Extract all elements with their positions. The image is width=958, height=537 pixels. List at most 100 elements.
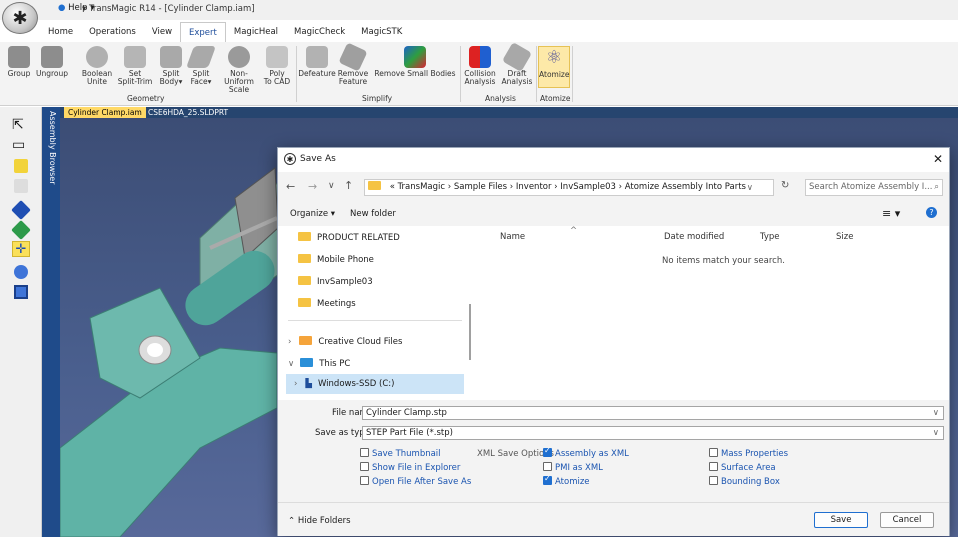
star-select-icon[interactable] [14,159,28,173]
nav-item-windows-ssd[interactable]: › ▙ Windows-SSD (C:) [286,374,464,394]
empty-message: No items match your search. [662,256,785,266]
assembly-as-xml-checkbox[interactable]: Assembly as XML [543,446,629,459]
group-label-atomize: Atomize [540,94,571,103]
recent-dropdown-icon[interactable]: ∨ [328,181,335,191]
save-options-panel: File name: Cylinder Clamp.stp ∨ Save as t… [278,400,949,536]
col-header-date[interactable]: Date modified [664,232,724,242]
dialog-title: Save As [300,154,336,164]
folder-icon [298,254,311,263]
view-options-icon[interactable]: ≡ ▾ [882,207,900,220]
hide-folders-toggle[interactable]: ⌃ Hide Folders [288,516,351,526]
nav-item-invsample03[interactable]: InvSample03 [298,272,478,292]
boolean-unite-button[interactable]: Boolean Unite [80,46,114,86]
tab-operations[interactable]: Operations [81,22,144,42]
tab-magiccheck[interactable]: MagicCheck [286,22,353,42]
tab-magicheal[interactable]: MagicHeal [226,22,286,42]
nav-item-mobile-phone[interactable]: Mobile Phone [298,250,478,270]
grid-icon[interactable] [14,179,28,193]
file-name-input[interactable]: Cylinder Clamp.stp ∨ [362,406,944,420]
dialog-app-icon: ✱ [284,153,296,165]
folder-icon [298,298,311,307]
col-header-type[interactable]: Type [760,232,780,242]
search-input[interactable]: Search Atomize Assembly I... ⌕ [805,179,943,196]
ribbon-tabs: Home Operations View Expert MagicHeal Ma… [40,20,410,42]
mass-properties-checkbox[interactable]: Mass Properties [709,448,788,459]
show-in-explorer-checkbox[interactable]: Show File in Explorer [360,462,460,473]
zoom-fit-icon[interactable] [14,285,28,299]
drive-icon: ▙ [305,379,312,389]
nav-scrollbar[interactable] [469,304,471,360]
dialog-title-bar: ✱ Save As ✕ [278,148,949,172]
col-header-name[interactable]: Name [500,232,525,242]
pan-view-icon[interactable] [11,220,31,240]
navigation-pane: PRODUCT RELATED Mobile Phone InvSample03… [278,226,474,400]
zoom-icon[interactable] [14,265,28,279]
non-uniform-scale-button[interactable]: Non-Uniform Scale [216,46,262,94]
split-body-button[interactable]: Split Body▾ [156,46,186,86]
select-box-icon[interactable]: ▭ [12,137,25,153]
select-pointer-icon[interactable]: ⇱ [12,117,24,133]
nav-item-this-pc[interactable]: ∨ This PC [288,354,468,374]
save-as-dialog: ✱ Save As ✕ ← → ∨ ↑ « TransMagic › Sampl… [277,147,950,536]
pmi-as-xml-checkbox[interactable]: PMI as XML [543,462,603,473]
nav-item-meetings[interactable]: Meetings [298,294,478,314]
atom-icon: ⚛ [545,47,563,68]
surface-area-checkbox[interactable]: Surface Area [709,462,776,473]
atomize-checkbox[interactable]: Atomize [543,474,590,487]
bounding-box-checkbox[interactable]: Bounding Box [709,476,780,487]
save-type-select[interactable]: STEP Part File (*.stp) ∨ [362,426,944,440]
ungroup-button[interactable]: Ungroup [34,46,70,78]
open-after-save-checkbox[interactable]: Open File After Save As [360,476,471,487]
save-button[interactable]: Save [814,512,868,528]
nav-item-product-related[interactable]: PRODUCT RELATED [298,228,478,248]
breadcrumb[interactable]: « TransMagic › Sample Files › Inventor ›… [364,179,774,196]
poly-to-cad-button[interactable]: Poly To CAD [262,46,292,86]
assembly-browser-tab[interactable]: Assembly Browser [42,107,60,537]
left-toolbar: ⇱ ▭ ✛ [0,107,42,537]
draft-analysis-button[interactable]: Draft Analysis [500,41,534,86]
up-arrow-icon[interactable]: ↑ [344,179,353,192]
atomize-button[interactable]: ⚛ Atomize [538,46,570,88]
address-bar-row: ← → ∨ ↑ « TransMagic › Sample Files › In… [278,172,949,202]
move-icon[interactable]: ✛ [12,241,30,257]
app-logo-icon[interactable]: ✱ [2,2,38,34]
chevron-up-icon: ⌃ [288,516,296,526]
help-icon[interactable]: ? [926,207,937,218]
sort-indicator-icon: ^ [570,226,578,236]
nav-item-creative-cloud[interactable]: › Creative Cloud Files [288,332,468,352]
tab-magicstk[interactable]: MagicSTK [353,22,410,42]
back-arrow-icon[interactable]: ← [286,180,295,193]
rotate-view-icon[interactable] [11,200,31,220]
group-label-simplify: Simplify [362,94,393,103]
remove-feature-button[interactable]: Remove Feature [336,42,370,86]
ribbon: Group Ungroup Boolean Unite Set Split-Trim… [0,41,958,106]
file-list: Name ^ Date modified Type Size No items … [474,226,949,400]
collision-analysis-button[interactable]: Collision Analysis [462,46,498,86]
tab-home[interactable]: Home [40,22,81,42]
group-label-geometry: Geometry [127,94,165,103]
search-icon: ⌕ [934,182,939,192]
command-bar: Organize ▾ New folder ≡ ▾ ? [278,202,949,226]
tab-expert[interactable]: Expert [180,22,226,42]
new-folder-button[interactable]: New folder [350,209,396,219]
split-face-button[interactable]: Split Face▾ [185,46,217,86]
col-header-size[interactable]: Size [836,232,853,242]
group-button[interactable]: Group [4,46,34,78]
close-icon[interactable]: ✕ [933,152,943,166]
set-split-trim-button[interactable]: Set Split-Trim [116,46,154,86]
folder-icon [298,232,311,241]
pc-icon [300,358,314,367]
folder-icon [368,181,381,190]
refresh-icon[interactable]: ↻ [781,180,789,191]
defeature-button[interactable]: Defeature [298,46,336,78]
organize-button[interactable]: Organize ▾ [290,209,335,219]
save-thumbnail-checkbox[interactable]: Save Thumbnail [360,448,441,459]
doc-tab-cse6hda[interactable]: CSE6HDA_25.SLDPRT [144,107,232,118]
folder-icon [298,276,311,285]
group-label-analysis: Analysis [485,94,516,103]
doc-tab-cylinder-clamp[interactable]: Cylinder Clamp.iam [64,107,146,118]
forward-arrow-icon[interactable]: → [308,180,317,193]
tab-view[interactable]: View [144,22,180,42]
remove-small-bodies-button[interactable]: Remove Small Bodies [372,46,458,78]
cancel-button[interactable]: Cancel [880,512,934,528]
